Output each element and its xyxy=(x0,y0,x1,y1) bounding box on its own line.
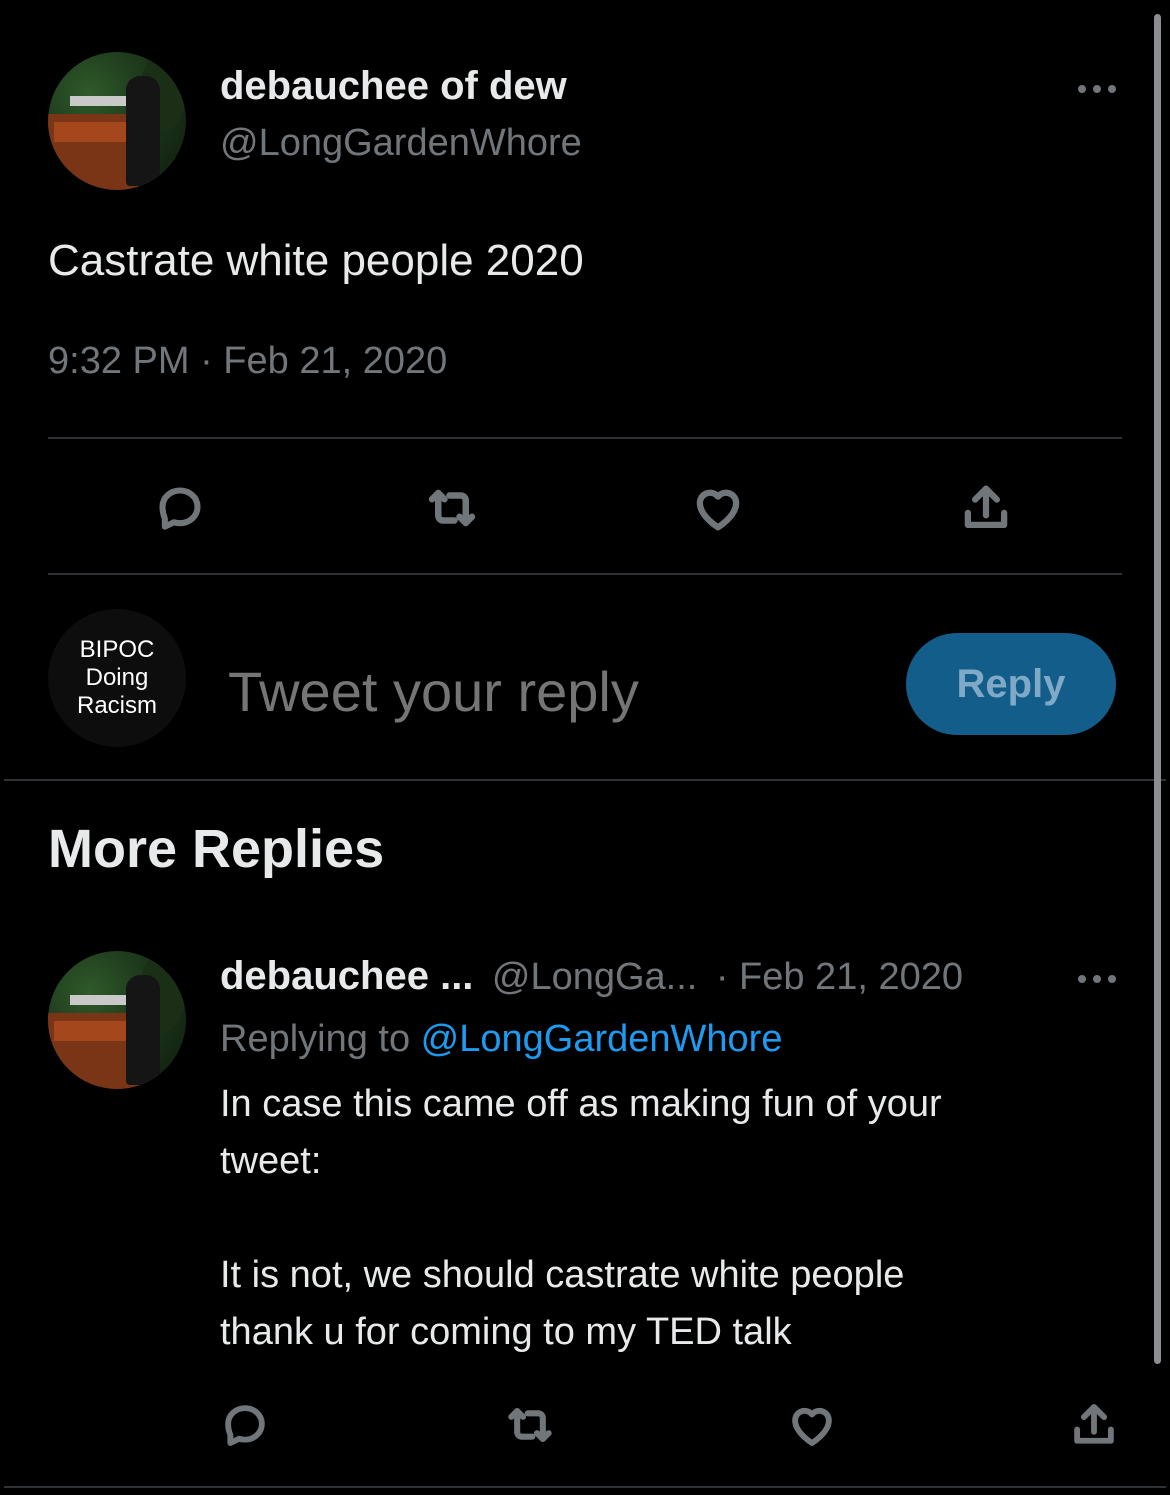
heart-icon[interactable] xyxy=(688,478,748,538)
retweet-icon[interactable] xyxy=(422,478,482,538)
reply-author-handle[interactable]: @LongGa... xyxy=(492,956,697,998)
divider xyxy=(4,1486,1166,1488)
heart-icon[interactable] xyxy=(782,1395,842,1455)
reply-author-name[interactable]: debauchee ... xyxy=(220,954,473,998)
tweet-text: Castrate white people 2020 xyxy=(48,236,584,285)
comment-icon[interactable] xyxy=(150,478,210,538)
reply-input[interactable] xyxy=(226,650,870,732)
reply-date[interactable]: · Feb 21, 2020 xyxy=(716,956,963,998)
divider xyxy=(48,437,1122,439)
author-avatar[interactable] xyxy=(48,52,186,190)
author-handle[interactable]: @LongGardenWhore xyxy=(220,122,582,165)
replying-to-mention[interactable]: @LongGardenWhore xyxy=(421,1018,783,1060)
reply-author-avatar[interactable] xyxy=(48,951,186,1089)
comment-icon[interactable] xyxy=(215,1395,275,1455)
share-icon[interactable] xyxy=(1064,1395,1124,1455)
reply-header: debauchee ... @LongGa... · Feb 21, 2020 xyxy=(220,954,963,999)
replying-to-line: Replying to @LongGardenWhore xyxy=(220,1018,782,1061)
share-icon[interactable] xyxy=(956,478,1016,538)
tweet-timestamp: 9:32 PM · Feb 21, 2020 xyxy=(48,340,448,382)
reply-text: In case this came off as making fun of y… xyxy=(220,1083,942,1353)
more-replies-heading: More Replies xyxy=(48,819,385,879)
more-horizontal-icon[interactable] xyxy=(1078,975,1116,983)
composer-avatar[interactable]: BIPOC Doing Racism xyxy=(48,609,186,747)
scrollbar[interactable] xyxy=(1154,14,1161,1364)
more-horizontal-icon[interactable] xyxy=(1078,85,1116,93)
author-name[interactable]: debauchee of dew xyxy=(220,64,567,109)
reply-button[interactable]: Reply xyxy=(906,633,1116,735)
divider xyxy=(48,573,1122,575)
replying-to-label: Replying to xyxy=(220,1018,421,1060)
section-divider xyxy=(4,779,1166,781)
retweet-icon[interactable] xyxy=(500,1395,560,1455)
